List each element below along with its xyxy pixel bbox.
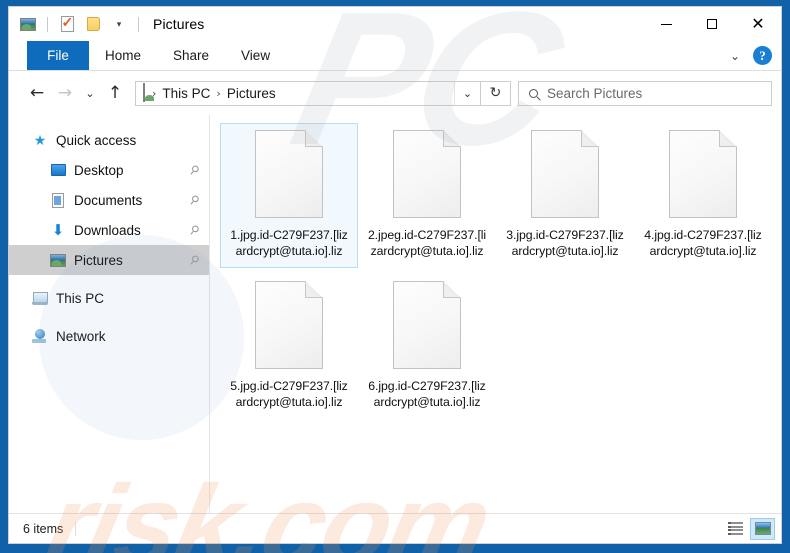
refresh-icon[interactable]: ↻ [481, 80, 511, 106]
sidebar-item-network[interactable]: Network [9, 321, 209, 351]
ribbon-tab-bar: File Home Share View ⌄ ? [9, 41, 781, 71]
details-view-icon [728, 522, 743, 535]
file-explorer-window: ▾ Pictures ✕ File Home Share View ⌄ ? ← [8, 6, 782, 553]
file-name-label: 4.jpg.id-C279F237.[lizardcrypt@tuta.io].… [644, 228, 762, 258]
file-item-2[interactable]: 2.jpeg.id-C279F237.[lizardcrypt@tuta.io]… [358, 123, 496, 268]
up-button[interactable]: ↑ [101, 79, 129, 107]
file-icon [255, 130, 323, 218]
file-icon [393, 281, 461, 369]
file-name-label: 1.jpg.id-C279F237.[lizardcrypt@tuta.io].… [230, 228, 348, 258]
large-icons-view-button[interactable] [750, 517, 775, 540]
properties-icon[interactable] [56, 13, 78, 35]
address-bar: ← → ⌄ ↑ › This PC › Pictures ⌄ ↻ Search … [9, 71, 781, 115]
file-name-label: 3.jpg.id-C279F237.[lizardcrypt@tuta.io].… [506, 228, 624, 258]
forward-button: → [57, 83, 73, 103]
sidebar-item-documents[interactable]: Documents ⚲ [9, 185, 209, 215]
item-count-label: 6 items [23, 521, 77, 536]
file-item-1[interactable]: 1.jpg.id-C279F237.[lizardcrypt@tuta.io].… [220, 123, 358, 268]
breadcrumb-item-pictures[interactable]: Pictures [223, 86, 280, 101]
file-list-pane[interactable]: 1.jpg.id-C279F237.[lizardcrypt@tuta.io].… [209, 115, 781, 513]
picture-icon[interactable] [17, 13, 39, 35]
sidebar-item-quick-access[interactable]: ★ Quick access [9, 125, 209, 155]
collapse-ribbon-icon[interactable]: ⌄ [723, 44, 747, 68]
title-bar: ▾ Pictures ✕ [9, 7, 781, 41]
sidebar-item-desktop[interactable]: Desktop ⚲ [9, 155, 209, 185]
view-mode-buttons [723, 517, 775, 540]
pin-icon[interactable]: ⚲ [187, 162, 203, 178]
navigation-pane: ★ Quick access Desktop ⚲ Documents ⚲ ⬇ D… [9, 115, 209, 513]
file-icon [669, 130, 737, 218]
tab-share[interactable]: Share [157, 41, 225, 70]
pin-icon[interactable]: ⚲ [187, 222, 203, 238]
sidebar-item-pictures[interactable]: Pictures ⚲ [9, 245, 209, 275]
large-icons-view-icon [754, 522, 771, 535]
sidebar-item-label: Quick access [56, 132, 137, 148]
file-name-label: 5.jpg.id-C279F237.[lizardcrypt@tuta.io].… [230, 379, 348, 409]
toolbar-divider [47, 16, 48, 32]
star-icon: ★ [33, 132, 47, 148]
search-box[interactable]: Search Pictures [518, 80, 772, 106]
sidebar-item-label: This PC [56, 290, 105, 306]
sidebar-item-downloads[interactable]: ⬇ Downloads ⚲ [9, 215, 209, 245]
file-icon [393, 130, 461, 218]
file-item-5[interactable]: 5.jpg.id-C279F237.[lizardcrypt@tuta.io].… [220, 274, 358, 419]
file-name-label: 2.jpeg.id-C279F237.[lizardcrypt@tuta.io]… [367, 228, 487, 258]
pin-icon[interactable]: ⚲ [187, 252, 203, 268]
new-folder-icon[interactable] [82, 13, 104, 35]
ribbon-right-controls: ⌄ ? [723, 41, 781, 70]
sidebar-item-label: Downloads [74, 222, 141, 238]
file-icon [531, 130, 599, 218]
downloads-icon: ⬇ [51, 220, 65, 239]
sidebar-item-label: Pictures [74, 252, 123, 268]
recent-locations-icon[interactable]: ⌄ [79, 79, 101, 107]
close-button[interactable]: ✕ [735, 7, 781, 41]
file-icon [255, 281, 323, 369]
sidebar-item-label: Documents [74, 192, 143, 208]
desktop-background: PC ▾ Pictures ✕ File Home Share [0, 0, 790, 553]
pictures-folder-icon [143, 83, 145, 102]
breadcrumb-item-this-pc[interactable]: This PC [158, 86, 214, 101]
status-bar: 6 items [9, 513, 781, 543]
details-view-button[interactable] [723, 518, 748, 540]
search-icon [519, 88, 547, 98]
breadcrumb-dropdown-icon[interactable]: ⌄ [454, 81, 480, 105]
sidebar-item-this-pc[interactable]: This PC [9, 283, 209, 313]
tab-home[interactable]: Home [89, 41, 157, 70]
help-icon[interactable]: ? [753, 46, 772, 65]
network-icon [31, 329, 49, 343]
pictures-icon [49, 253, 67, 267]
explorer-body: risk.com ★ Quick access Desktop ⚲ Docume… [9, 115, 781, 553]
back-button[interactable]: ← [23, 79, 51, 107]
this-pc-icon [31, 291, 49, 305]
desktop-icon [49, 164, 67, 176]
breadcrumb[interactable]: › This PC › Pictures ⌄ [135, 80, 481, 106]
file-grid: 1.jpg.id-C279F237.[lizardcrypt@tuta.io].… [220, 123, 781, 425]
sidebar-item-label: Network [56, 328, 106, 344]
window-title: Pictures [153, 16, 205, 32]
file-item-4[interactable]: 4.jpg.id-C279F237.[lizardcrypt@tuta.io].… [634, 123, 772, 268]
chevron-down-icon[interactable]: ▾ [108, 13, 130, 35]
breadcrumb-separator-1: › [216, 86, 221, 100]
window-controls: ✕ [643, 7, 781, 41]
search-input[interactable]: Search Pictures [547, 86, 642, 101]
quick-access-toolbar: ▾ [9, 7, 143, 41]
minimize-button[interactable] [643, 7, 689, 41]
file-item-3[interactable]: 3.jpg.id-C279F237.[lizardcrypt@tuta.io].… [496, 123, 634, 268]
documents-icon [49, 192, 67, 208]
file-item-6[interactable]: 6.jpg.id-C279F237.[lizardcrypt@tuta.io].… [358, 274, 496, 419]
pin-icon[interactable]: ⚲ [187, 192, 203, 208]
toolbar-divider-2 [138, 16, 139, 32]
file-name-label: 6.jpg.id-C279F237.[lizardcrypt@tuta.io].… [368, 379, 486, 409]
tab-file[interactable]: File [27, 41, 89, 70]
maximize-button[interactable] [689, 7, 735, 41]
tab-view[interactable]: View [225, 41, 286, 70]
sidebar-item-label: Desktop [74, 162, 124, 178]
